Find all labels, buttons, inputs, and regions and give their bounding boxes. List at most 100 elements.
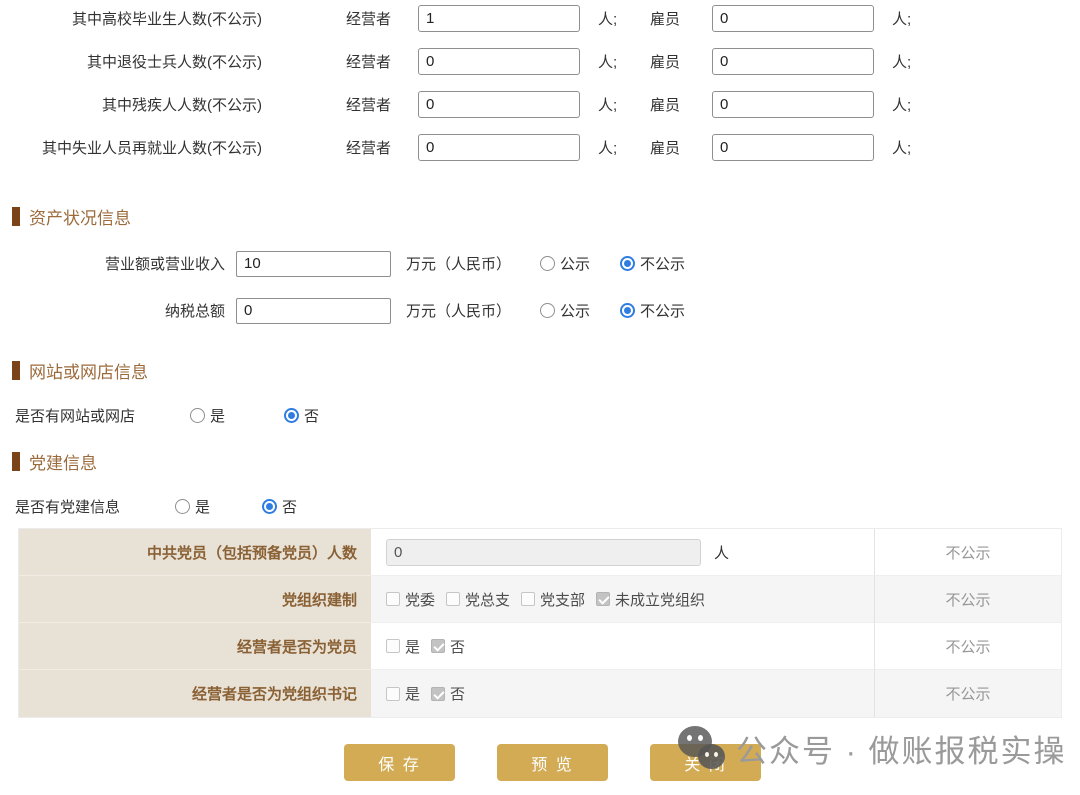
field-label: 其中高校毕业生人数(不公示) [0, 8, 262, 29]
checkbox-icon [386, 639, 400, 653]
radio-private[interactable]: 不公示 [620, 253, 685, 274]
field-label: 纳税总额 [0, 300, 225, 321]
checkbox-icon [386, 592, 400, 606]
employment-row-veterans: 其中退役士兵人数(不公示) 经营者 人; 雇员 人; [0, 47, 1080, 75]
radio-yes[interactable]: 是 [175, 496, 210, 517]
unit-label: 人; [598, 51, 628, 72]
section-header-assets: 资产状况信息 [12, 205, 1080, 227]
row-label: 经营者是否为党组织书记 [19, 670, 371, 717]
checkbox-yes: 是 [386, 636, 420, 657]
unit-label: 人; [892, 8, 911, 29]
checkbox-label: 未成立党组织 [615, 589, 705, 610]
radio-label: 不公示 [640, 253, 685, 274]
question-label: 是否有网站或网店 [15, 405, 190, 426]
checkbox-icon [521, 592, 535, 606]
radio-label: 是 [195, 496, 210, 517]
unit-label: 人 [714, 542, 729, 563]
close-button[interactable]: 关 闭 [650, 744, 761, 781]
radio-icon[interactable] [540, 256, 555, 271]
checkbox-label: 否 [450, 683, 465, 704]
radio-icon[interactable] [540, 303, 555, 318]
field-label: 其中失业人员再就业人数(不公示) [0, 137, 262, 158]
radio-public[interactable]: 公示 [540, 253, 590, 274]
publicity-status: 不公示 [874, 529, 1061, 576]
radio-no[interactable]: 否 [284, 405, 319, 426]
checkbox-checked-icon [596, 592, 610, 606]
checkbox-icon [446, 592, 460, 606]
tax-input[interactable] [236, 298, 391, 324]
employee-label: 雇员 [650, 51, 684, 72]
party-question-row: 是否有党建信息 是 否 [15, 496, 1080, 516]
operator-label: 经营者 [346, 8, 396, 29]
preview-button[interactable]: 预 览 [497, 744, 608, 781]
operator-count-input[interactable] [418, 5, 580, 32]
employee-count-input[interactable] [712, 134, 874, 161]
row-label: 党组织建制 [19, 576, 371, 623]
radio-yes[interactable]: 是 [190, 405, 225, 426]
operator-count-input[interactable] [418, 91, 580, 118]
radio-public[interactable]: 公示 [540, 300, 590, 321]
section-bar-icon [12, 207, 20, 226]
checkbox-no: 否 [431, 636, 465, 657]
publicity-status: 不公示 [874, 623, 1061, 670]
website-question-row: 是否有网站或网店 是 否 [15, 405, 1080, 425]
table-row-operator-is-member: 经营者是否为党员 是 否 不公示 [19, 623, 1061, 670]
row-label: 中共党员（包括预备党员）人数 [19, 529, 371, 576]
checkbox-label: 是 [405, 636, 420, 657]
question-label: 是否有党建信息 [15, 496, 175, 517]
publicity-status: 不公示 [874, 576, 1061, 623]
unit-label: 人; [892, 94, 911, 115]
radio-icon[interactable] [175, 499, 190, 514]
section-header-party: 党建信息 [12, 450, 1080, 472]
section-title: 资产状况信息 [29, 204, 131, 229]
employee-count-input[interactable] [712, 91, 874, 118]
table-row-operator-is-secretary: 经营者是否为党组织书记 是 否 不公示 [19, 670, 1061, 717]
radio-icon[interactable] [190, 408, 205, 423]
field-label: 其中退役士兵人数(不公示) [0, 51, 262, 72]
asset-row-tax: 纳税总额 万元（人民币） 公示 不公示 [0, 297, 1080, 324]
checkbox-no: 否 [431, 683, 465, 704]
section-bar-icon [12, 452, 20, 471]
unit-label: 万元（人民币） [406, 300, 518, 321]
radio-checked-icon[interactable] [620, 303, 635, 318]
unit-label: 人; [892, 137, 911, 158]
operator-label: 经营者 [346, 51, 396, 72]
operator-count-input[interactable] [418, 134, 580, 161]
radio-checked-icon[interactable] [284, 408, 299, 423]
employment-row-disabled: 其中残疾人人数(不公示) 经营者 人; 雇员 人; [0, 90, 1080, 118]
unit-label: 人; [598, 8, 628, 29]
unit-label: 人; [892, 51, 911, 72]
footer-actions: 保 存 预 览 关 闭 [344, 744, 1080, 781]
radio-label: 不公示 [640, 300, 685, 321]
radio-label: 否 [304, 405, 319, 426]
unit-label: 人; [598, 137, 628, 158]
employee-count-input[interactable] [712, 5, 874, 32]
checkbox-no-org: 未成立党组织 [596, 589, 705, 610]
section-bar-icon [12, 361, 20, 380]
checkbox-label: 党委 [405, 589, 435, 610]
asset-row-revenue: 营业额或营业收入 万元（人民币） 公示 不公示 [0, 250, 1080, 277]
table-row-org-structure: 党组织建制 党委 党总支 党支部 未成立党组织 [19, 576, 1061, 623]
section-header-website: 网站或网店信息 [12, 359, 1080, 381]
radio-label: 公示 [560, 253, 590, 274]
checkbox-icon [386, 687, 400, 701]
radio-checked-icon[interactable] [620, 256, 635, 271]
revenue-input[interactable] [236, 251, 391, 277]
save-button[interactable]: 保 存 [344, 744, 455, 781]
checkbox-dangzhibu: 党支部 [521, 589, 585, 610]
employee-count-input[interactable] [712, 48, 874, 75]
field-label: 营业额或营业收入 [0, 253, 225, 274]
party-member-count-input [386, 539, 701, 566]
radio-checked-icon[interactable] [262, 499, 277, 514]
operator-count-input[interactable] [418, 48, 580, 75]
radio-private[interactable]: 不公示 [620, 300, 685, 321]
employee-label: 雇员 [650, 137, 684, 158]
checkbox-checked-icon [431, 639, 445, 653]
checkbox-label: 否 [450, 636, 465, 657]
radio-label: 否 [282, 496, 297, 517]
checkbox-yes: 是 [386, 683, 420, 704]
field-label: 其中残疾人人数(不公示) [0, 94, 262, 115]
radio-no[interactable]: 否 [262, 496, 297, 517]
operator-label: 经营者 [346, 94, 396, 115]
checkbox-label: 是 [405, 683, 420, 704]
